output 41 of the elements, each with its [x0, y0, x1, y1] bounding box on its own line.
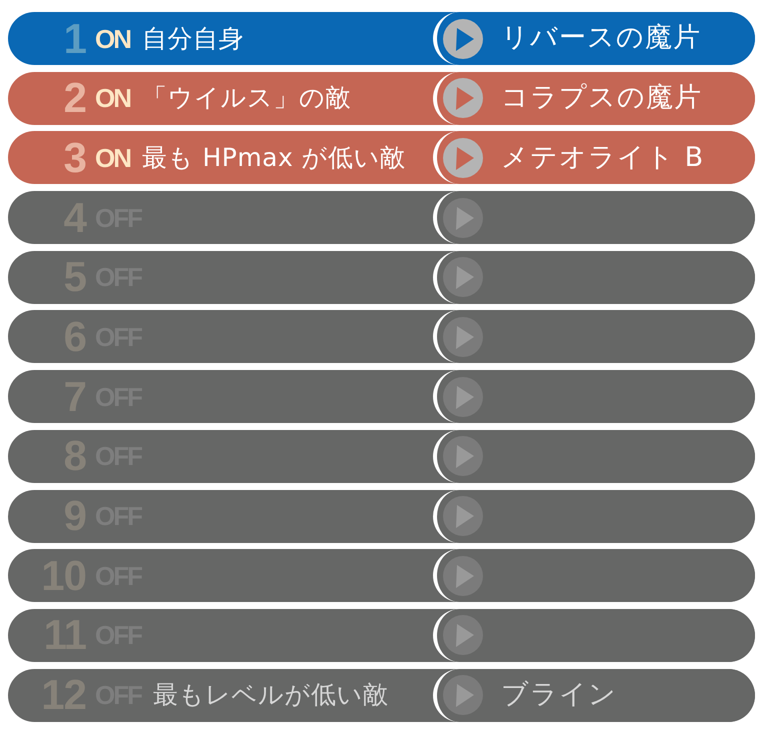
play-icon [443, 198, 483, 238]
condition-text: 最もレベルが低い敵 [153, 680, 388, 710]
status-label: ON [95, 26, 130, 52]
condition-text: 最も HPmax が低い敵 [142, 142, 406, 173]
play-icon [443, 376, 483, 417]
action-text: ブライン [501, 678, 617, 712]
play-icon [443, 675, 483, 716]
action-slot[interactable] [433, 490, 755, 542]
gambit-row[interactable]: 3 ON 最も HPmax が低い敵 メテオライト B [8, 131, 755, 184]
action-slot[interactable]: コラプスの魔片 [433, 72, 755, 125]
status-label: ON [95, 144, 130, 171]
action-slot[interactable]: メテオライト B [433, 131, 755, 184]
action-slot[interactable] [433, 191, 755, 244]
row-number: 1 [62, 18, 86, 60]
status-label: ON [95, 85, 130, 112]
action-slot[interactable] [433, 370, 755, 424]
condition-text: 自分自身 [142, 24, 244, 54]
gambit-row[interactable]: 2 ON 「ウイルス」の敵 コラプスの魔片 [8, 72, 755, 125]
action-text: メテオライト B [501, 142, 704, 174]
condition-text: 「ウイルス」の敵 [142, 83, 351, 114]
play-icon [443, 18, 483, 58]
row-number: 2 [62, 77, 86, 120]
action-text: コラプスの魔片 [501, 82, 702, 114]
action-slot[interactable] [433, 250, 755, 304]
action-slot[interactable] [433, 549, 755, 602]
play-icon [443, 316, 483, 357]
play-icon [443, 615, 483, 656]
play-icon [443, 436, 483, 476]
action-slot[interactable]: リバースの魔片 [433, 12, 755, 65]
action-slot[interactable]: ブライン [433, 668, 755, 722]
play-icon [443, 257, 483, 298]
play-icon [443, 496, 483, 536]
row-number: 3 [62, 136, 86, 179]
play-icon [443, 78, 483, 118]
action-slot[interactable] [433, 430, 755, 483]
play-icon [443, 556, 483, 596]
action-text: リバースの魔片 [501, 22, 701, 55]
gambit-row[interactable]: 1 ON 自分自身 リバースの魔片 [8, 12, 755, 65]
action-slot[interactable] [433, 608, 755, 662]
action-slot[interactable] [433, 310, 755, 364]
play-icon [443, 138, 483, 178]
